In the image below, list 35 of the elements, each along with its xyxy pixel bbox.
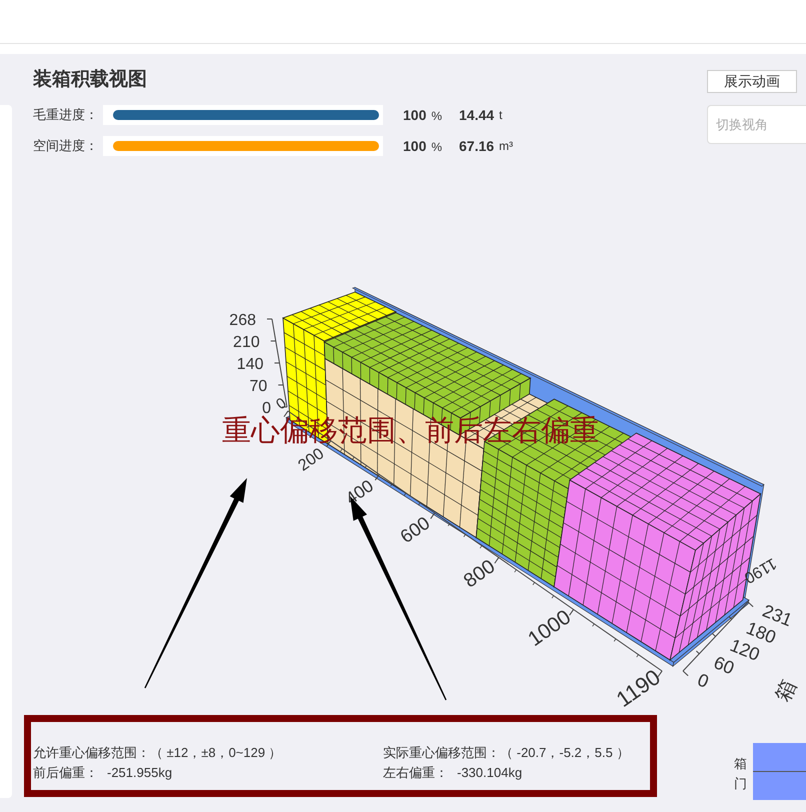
page-title: 装箱积载视图 xyxy=(33,68,148,92)
axis-tick-label: 1190 xyxy=(740,554,780,586)
progress-percent: 100 xyxy=(403,107,426,123)
amount-unit: m³ xyxy=(499,139,514,153)
actual-offset-text: 实际重心偏移范围：（ -20.7，-5.2，5.5 ） xyxy=(383,744,630,762)
percent-unit: % xyxy=(431,140,442,154)
progress-amount: 67.16 xyxy=(459,138,494,154)
offset-label: 前后偏重： xyxy=(33,764,98,782)
axis-tick-label: 70 xyxy=(249,378,268,395)
axis-tick-label: 400 xyxy=(342,475,377,508)
progress-amount: 14.44 xyxy=(459,107,494,123)
axis-tick-label: 0 xyxy=(262,400,271,417)
show-animation-button[interactable]: 展示动画 xyxy=(707,70,797,93)
axis-tick-label: 200 xyxy=(294,444,328,475)
offset-value: -330.104kg xyxy=(457,764,522,782)
progress-label: 毛重进度： xyxy=(33,106,99,124)
axis-tick-label: 600 xyxy=(396,512,434,547)
progress-label: 空间进度： xyxy=(33,137,99,155)
door-block xyxy=(753,743,806,800)
axis-tick-label: 268 xyxy=(229,312,256,329)
percent-unit: % xyxy=(431,109,442,123)
progress-percent: 100 xyxy=(403,138,426,154)
view-select[interactable]: 切换视角 xyxy=(707,105,806,144)
amount-unit: t xyxy=(499,108,502,122)
door-label: 箱门 xyxy=(734,755,747,793)
allowed-offset-text: 允许重心偏移范围：（ ±12，±8，0~129 ） xyxy=(33,744,283,762)
axis-tick-label: 0 xyxy=(272,394,290,414)
offset-label: 左右偏重： xyxy=(383,764,448,782)
axis-tick-label: 210 xyxy=(233,334,260,351)
offset-value: -251.955kg xyxy=(107,764,172,782)
axis-tick-label: 1190 xyxy=(612,664,665,712)
axis-tick-label: 800 xyxy=(460,555,500,592)
axis-tick-label: 140 xyxy=(236,356,264,373)
axis-tick-label: 0 xyxy=(694,670,712,692)
axis-title: 箱 xyxy=(771,676,801,705)
